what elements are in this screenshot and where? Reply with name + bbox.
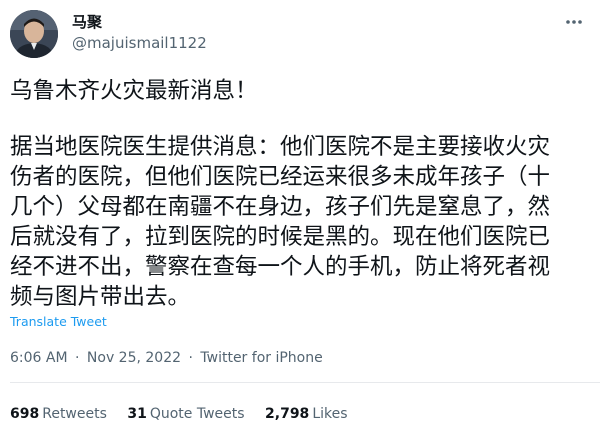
tweet-date[interactable]: Nov 25, 2022 [87,350,181,366]
likes-count: 2,798 [265,406,310,422]
meta-separator: · [75,350,80,366]
body-line: 经不进不出，警察在查每一个人的手机，防止将死者视 [10,254,551,280]
tweet-source[interactable]: Twitter for iPhone [200,350,322,366]
body-line: 据当地医院医生提供消息：他们医院不是主要接收火灾 [10,134,551,160]
avatar[interactable] [10,10,58,58]
meta-separator: · [188,350,193,366]
retweets-stat[interactable]: 698 Retweets [10,406,107,422]
body-line: 几个）父母都在南疆不在身边，孩子们先是窒息了，然 [10,194,551,220]
likes-label: Likes [312,406,348,422]
translate-tweet-link[interactable]: Translate Tweet [10,314,107,330]
avatar-image [10,10,58,58]
body-line: 频与图片带出去。 [10,284,191,310]
tweet-time[interactable]: 6:06 AM [10,350,68,366]
divider [10,382,600,383]
tweet-headline: 乌鲁木齐火灾最新消息！ [10,76,595,106]
tweet-meta: 6:06 AM · Nov 25, 2022 · Twitter for iPh… [10,349,323,367]
quote-tweets-stat[interactable]: 31 Quote Tweets [127,406,244,422]
quote-tweets-label: Quote Tweets [149,406,245,422]
retweets-label: Retweets [42,406,107,422]
quote-tweets-count: 31 [127,406,147,422]
engagement-stats: 698 Retweets 31 Quote Tweets 2,798 Likes [10,405,364,423]
retweets-count: 698 [10,406,40,422]
likes-stat[interactable]: 2,798 Likes [265,406,348,422]
tweet-body: 据当地医院医生提供消息：他们医院不是主要接收火灾 伤者的医院，但他们医院已经运来… [10,132,595,312]
display-name[interactable]: 马聚 [72,13,102,31]
body-line: 伤者的医院，但他们医院已经运来很多未成年孩子（十 [10,164,551,190]
headline-text: 乌鲁木齐火灾最新消息！ [10,78,258,104]
tweet-card: 马聚 @majuismail1122 乌鲁木齐火灾最新消息！ 据当地医院医生提供… [0,0,600,436]
user-handle[interactable]: @majuismail1122 [72,34,207,52]
more-dots-icon[interactable] [560,12,588,32]
body-line: 后就没有了，拉到医院的时候是黑的。现在他们医院已 [10,224,551,250]
